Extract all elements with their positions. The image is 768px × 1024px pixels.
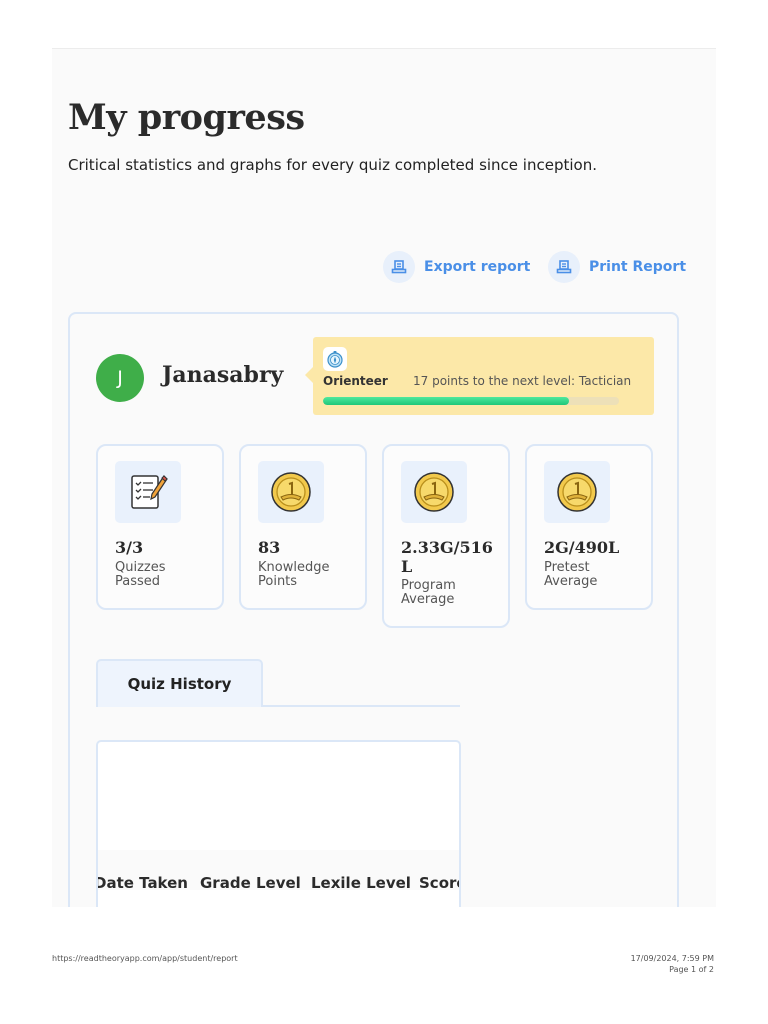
level-name: Orienteer [323,374,388,388]
quiz-history-panel: ry Date Taken Grade Level Lexile Level S… [96,740,461,907]
compass-icon [323,347,347,371]
footer-url: https://readtheoryapp.com/app/student/re… [52,954,238,963]
stat-program-average: 2.33G/516L Program Average [382,444,510,628]
stat-label: Pretest Average [544,560,598,589]
stat-label: Knowledge Points [258,560,330,589]
export-report-button[interactable]: Export report [383,251,530,283]
level-progress-bar [323,397,619,405]
stat-value: 2.33G/516L [401,538,493,576]
page-subtitle: Critical statistics and graphs for every… [68,156,597,174]
stat-label: Quizzes Passed [115,560,166,589]
stat-pretest-average: 2G/490L Pretest Average [525,444,653,610]
stat-value: 2G/490L [544,538,620,557]
quiz-checklist-icon [115,461,181,523]
export-report-label: Export report [424,259,531,275]
column-lexile-level[interactable]: Lexile Level [311,874,411,892]
report-page: My progress Critical statistics and grap… [52,49,716,907]
tab-quiz-history[interactable]: Quiz History [96,659,263,707]
column-score[interactable]: Score [419,874,459,892]
gold-coin-icon [401,461,467,523]
gold-coin-icon [258,461,324,523]
print-report-button[interactable]: Print Report [548,251,686,283]
avatar: J [96,354,144,402]
page-title: My progress [68,97,305,138]
level-progress-box: Orienteer 17 points to the next level: T… [305,337,654,415]
table-header: Date Taken Grade Level Lexile Level Scor… [98,850,459,892]
gold-coin-icon [544,461,610,523]
student-name: Janasabry [162,362,284,388]
print-report-label: Print Report [589,259,687,275]
column-date-taken[interactable]: Date Taken [98,874,188,892]
export-icon [383,251,415,283]
stat-value: 3/3 [115,538,144,557]
stat-label: Program Average [401,578,456,607]
progress-card: J Janasabry Orienteer 17 points to the n… [68,312,679,907]
column-grade-level[interactable]: Grade Level [200,874,301,892]
footer-datetime: 17/09/2024, 7:59 PM [630,954,714,963]
level-progress-fill [323,397,569,405]
stat-knowledge-points: 83 Knowledge Points [239,444,367,610]
next-level-text: 17 points to the next level: Tactician [413,374,632,388]
stat-value: 83 [258,538,281,557]
footer-page-number: Page 1 of 2 [669,965,714,974]
print-icon [548,251,580,283]
tab-bar: Quiz History [96,659,460,707]
stat-quizzes-passed: 3/3 Quizzes Passed [96,444,224,610]
